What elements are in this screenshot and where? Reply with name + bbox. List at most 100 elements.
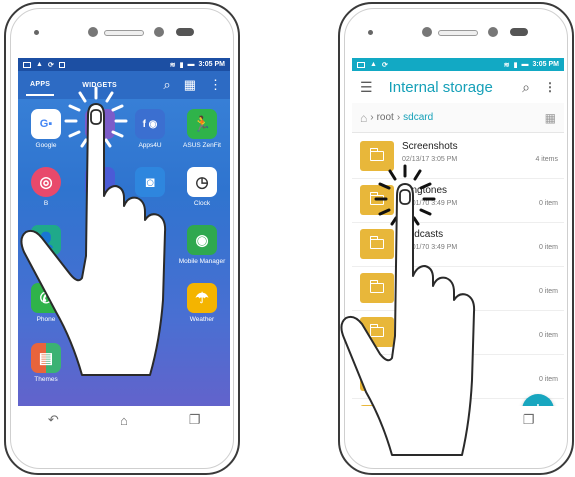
battery-icon: ▬	[521, 61, 529, 68]
folder-item-count: 4 items	[535, 156, 558, 163]
themes-icon: ▤	[31, 343, 61, 373]
app-asus-zenfit[interactable]: 🏃 ASUS ZenFit	[176, 109, 228, 149]
app-themes[interactable]: ▤ Themes	[20, 343, 72, 383]
folder-icon	[360, 141, 394, 171]
signal-icon: ▮	[179, 61, 184, 69]
app-item[interactable]: ◎ B	[20, 167, 72, 207]
notification-icon	[357, 61, 365, 68]
app-header: ☰ Internal storage ⌕ ⋮	[352, 71, 564, 103]
folder-row-screenshots[interactable]: Screenshots 02/13/17 3:05 PM 4 items	[352, 135, 564, 179]
battery-icon: ▬	[187, 61, 195, 68]
app-icon: ✓	[85, 109, 115, 139]
folder-name: Ringtones	[402, 185, 448, 196]
app-label: Phone	[36, 316, 56, 323]
folder-row[interactable]: 0 item	[352, 355, 564, 399]
home-icon[interactable]: ⌂	[443, 413, 473, 428]
contacts-icon: 👤	[31, 225, 61, 255]
camera-icon: ◙	[135, 167, 165, 197]
folder-name: Screenshots	[402, 141, 458, 152]
recents-icon[interactable]: ❐	[180, 412, 210, 428]
app-label: Apps4U	[138, 142, 162, 149]
app-label: Clock	[193, 200, 211, 207]
status-time: 3:05 PM	[532, 61, 559, 68]
recents-icon[interactable]: ❐	[514, 412, 544, 428]
chevron-right-icon: ›	[370, 112, 374, 123]
app-google[interactable]: G▪ Google	[20, 109, 72, 149]
phone-icon: ✆	[31, 283, 61, 313]
sync-icon: ⟳	[47, 61, 54, 69]
zenfit-icon: 🏃	[187, 109, 217, 139]
folder-row[interactable]: 0 item	[352, 267, 564, 311]
app-clock[interactable]: ◷ Clock	[176, 167, 228, 207]
front-camera	[422, 27, 432, 37]
search-icon[interactable]: ⌕	[522, 79, 530, 96]
app-phone[interactable]: ✆ Phone	[20, 283, 72, 323]
search-icon[interactable]: ⌕	[163, 77, 170, 93]
folder-row-podcasts[interactable]: Podcasts 01/01/70 3:49 PM 0 item	[352, 223, 564, 267]
app-item[interactable]: ✓	[74, 109, 126, 142]
folder-date: 01/01/70 3:49 PM	[402, 244, 458, 251]
wifi-icon: ≋	[169, 61, 176, 69]
home-icon[interactable]: ⌂	[109, 413, 139, 428]
mobile-manager-icon: ◉	[187, 225, 217, 255]
grid-view-icon[interactable]: ▦	[545, 111, 556, 125]
breadcrumb-root[interactable]: root	[377, 112, 394, 123]
app-weather[interactable]: ☂ Weather	[176, 283, 228, 323]
app-mobile-manager[interactable]: ◉ Mobile Manager	[176, 225, 228, 266]
back-icon[interactable]: ↶	[38, 412, 68, 428]
folder-icon	[360, 229, 394, 259]
folder-name: Podcasts	[402, 229, 444, 240]
folder-row[interactable]: 0 item	[352, 311, 564, 355]
back-icon[interactable]: ↶	[372, 412, 402, 428]
front-sensor	[154, 27, 164, 37]
alert-icon: ▲	[36, 61, 43, 68]
folder-item-count: 0 item	[538, 288, 558, 295]
signal-icon: ▮	[513, 61, 518, 69]
wifi-icon: ≋	[503, 61, 510, 69]
app-camera[interactable]: ◙	[124, 167, 176, 200]
app-item[interactable]: C	[74, 167, 126, 207]
more-icon[interactable]: ⋮	[544, 80, 556, 94]
app-label: C	[97, 200, 103, 207]
folder-item-count: 0 item	[538, 200, 558, 207]
folder-item-count: 0 item	[538, 244, 558, 251]
app-label: Weather	[189, 316, 215, 323]
folder-icon	[360, 361, 394, 391]
app-label: Contac	[35, 258, 57, 265]
app-icon: ◎	[31, 167, 61, 197]
tab-widgets[interactable]: WIDGETS	[78, 76, 121, 95]
tab-apps[interactable]: APPS	[26, 75, 55, 96]
chevron-right-icon: ›	[396, 112, 401, 123]
folder-icon	[360, 185, 394, 215]
google-folder-icon: G▪	[31, 109, 61, 139]
right-phone-frame: ▲ ⟳ ≋ ▮ ▬ 3:05 PM ☰ Internal storage ⌕ ⋮…	[338, 2, 574, 475]
front-flash	[176, 28, 194, 36]
front-flash	[510, 28, 528, 36]
home-icon[interactable]: ⌂	[360, 111, 367, 125]
folder-date: 01/01/70 3:49 PM	[402, 200, 458, 207]
app-contacts[interactable]: 👤 Contac	[20, 225, 72, 265]
home-app-drawer-screen: ▲ ⟳ ≋ ▮ ▬ 3:05 PM APPS WIDGETS ⌕ ▦ ⋮ G▪	[18, 58, 230, 434]
alert-icon: ▲	[370, 61, 377, 68]
folder-row-ringtones[interactable]: Ringtones 01/01/70 3:49 PM 0 item	[352, 179, 564, 223]
grid-sort-icon[interactable]: ▦	[184, 77, 196, 93]
apps4u-folder-icon: f ◉	[135, 109, 165, 139]
folder-icon	[360, 317, 394, 347]
camera-dot	[368, 30, 373, 35]
front-sensor	[488, 27, 498, 37]
status-time: 3:05 PM	[198, 61, 225, 68]
earpiece-speaker	[104, 30, 144, 36]
hamburger-menu-icon[interactable]: ☰	[360, 79, 373, 96]
app-label: B	[43, 200, 49, 207]
front-camera	[88, 27, 98, 37]
breadcrumb-current[interactable]: sdcard	[403, 112, 433, 123]
app-label: Google	[35, 142, 57, 149]
left-phone-frame: ▲ ⟳ ≋ ▮ ▬ 3:05 PM APPS WIDGETS ⌕ ▦ ⋮ G▪	[4, 2, 240, 475]
earpiece-speaker	[438, 30, 478, 36]
folder-icon	[360, 273, 394, 303]
more-icon[interactable]: ⋮	[209, 77, 222, 93]
app-apps4u[interactable]: f ◉ Apps4U	[124, 109, 176, 149]
app-grid: G▪ Google ✓ f ◉ Apps4U 🏃 ASUS ZenFit ◎ B	[18, 99, 230, 399]
camera-dot	[34, 30, 39, 35]
notification-icon	[23, 61, 31, 68]
